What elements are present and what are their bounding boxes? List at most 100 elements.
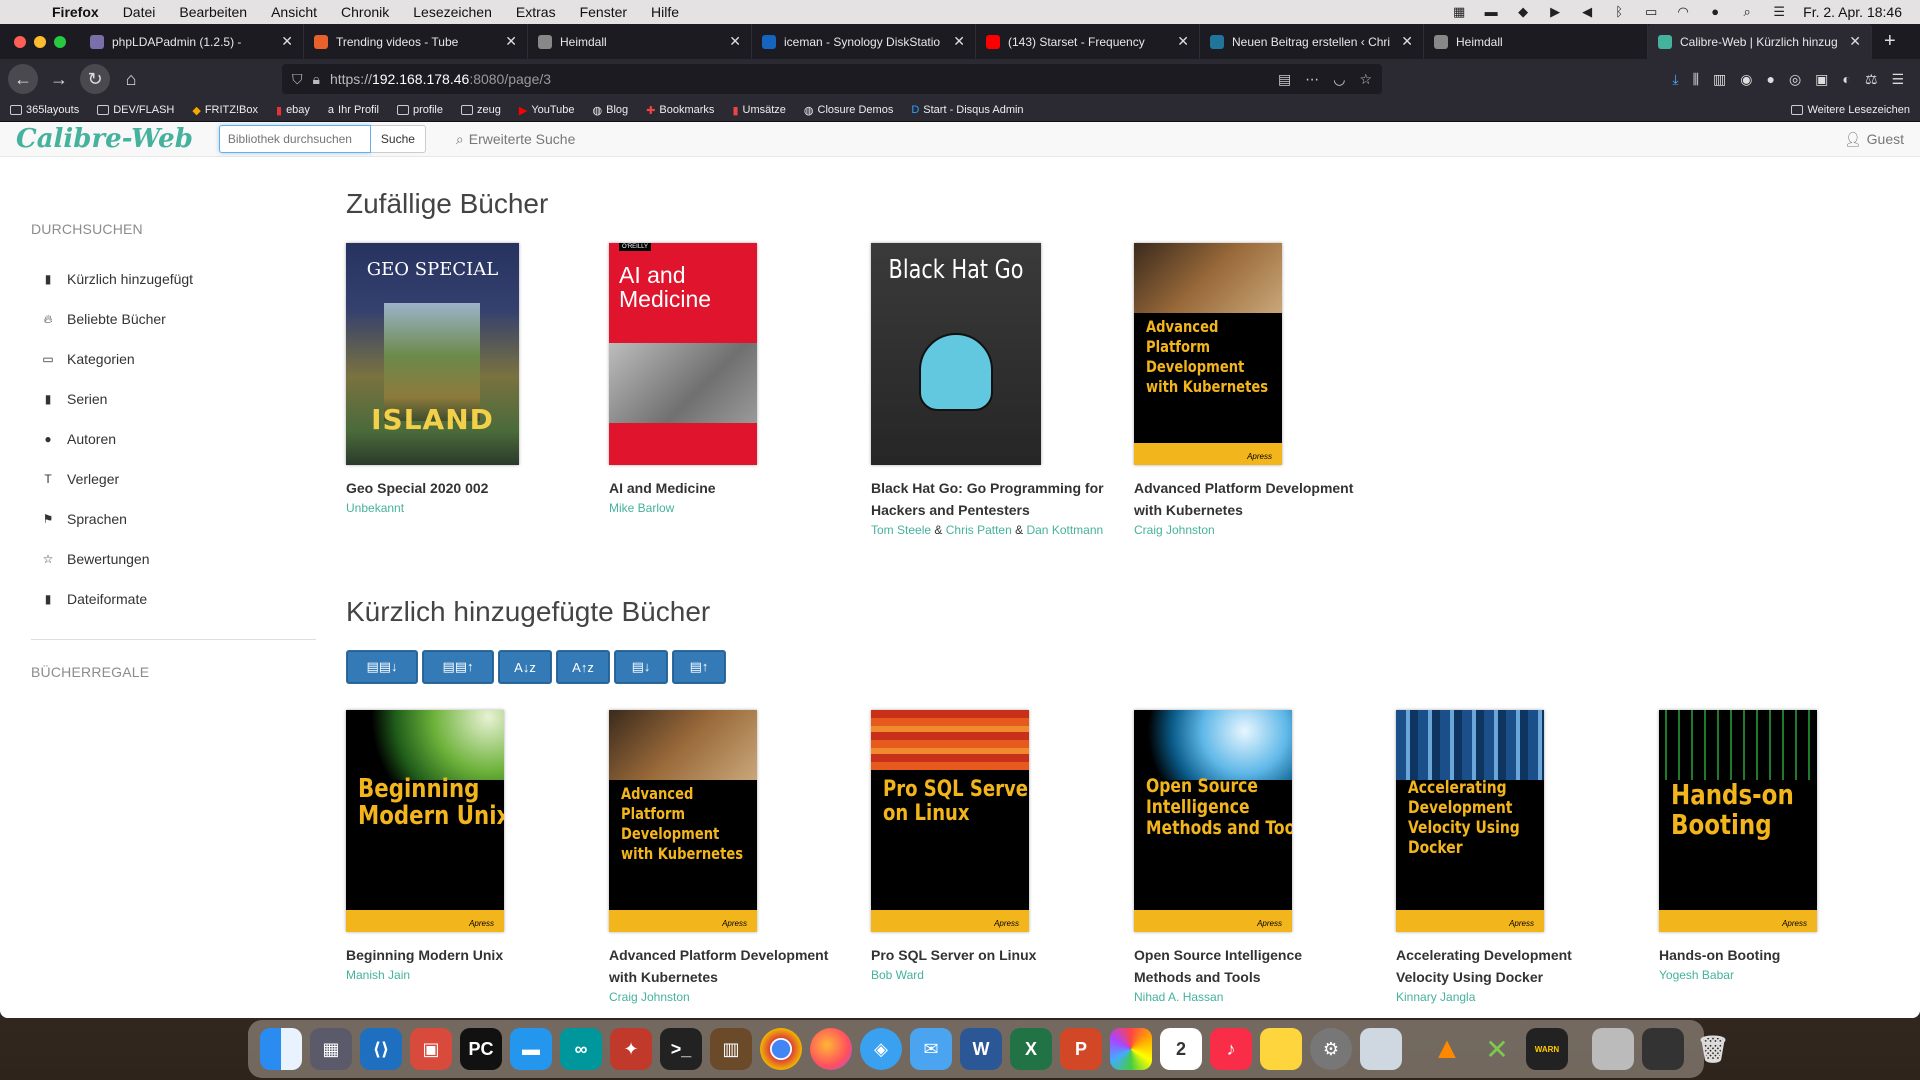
music-icon[interactable]: ♪ <box>1210 1028 1252 1070</box>
extension-icon[interactable]: ▣ <box>1815 71 1828 88</box>
bookmark-folder[interactable]: DEV/FLASH <box>97 104 174 116</box>
menu-app-name[interactable]: Firefox <box>40 4 111 20</box>
author-link[interactable]: Craig Johnston <box>609 990 690 1004</box>
book-cover[interactable]: Accelerating Development Velocity Using … <box>1396 710 1544 932</box>
search-input[interactable] <box>218 125 371 153</box>
sort-newest-button[interactable]: ▤▤↓ <box>346 650 418 684</box>
bookmark-link[interactable]: ▮ ebay <box>276 104 310 117</box>
book-card[interactable]: O'REILLY AI and Medicine AI and Medicine… <box>609 243 809 517</box>
notes-icon[interactable] <box>1260 1028 1302 1070</box>
download-icon[interactable]: ⤓ <box>1672 71 1678 88</box>
finder-icon[interactable] <box>260 1028 302 1070</box>
sidebar-item-languages[interactable]: ⚑ Sprachen <box>31 499 314 539</box>
user-menu[interactable]: 👤︎ Guest <box>1844 131 1904 148</box>
book-card[interactable]: Hands-on Booting Apress Hands-on Booting… <box>1659 710 1859 984</box>
book-card[interactable]: Accelerating Development Velocity Using … <box>1396 710 1616 1006</box>
book-card[interactable]: Open Source Intelligence Methods and Too… <box>1134 710 1354 1006</box>
preview-icon[interactable] <box>1360 1028 1402 1070</box>
sidebar-item-formats[interactable]: ▮ Dateiformate <box>31 579 314 619</box>
close-icon[interactable]: ✕ <box>505 33 517 50</box>
system-preferences-icon[interactable]: ⚙ <box>1310 1028 1352 1070</box>
book-cover[interactable]: Pro SQL Server on Linux Apress <box>871 710 1029 932</box>
grid-icon[interactable]: ▦ <box>1451 5 1467 19</box>
user-switch-icon[interactable]: ● <box>1707 5 1723 19</box>
sidebar-item-ratings[interactable]: ☆ Bewertungen <box>31 539 314 579</box>
book-title[interactable]: Advanced Platform Development with Kuber… <box>1134 477 1364 521</box>
menu-ansicht[interactable]: Ansicht <box>259 4 329 20</box>
bookmark-folder[interactable]: profile <box>397 104 443 116</box>
book-cover[interactable]: Black Hat Go <box>871 243 1041 465</box>
sidebar-item-publishers[interactable]: T Verleger <box>31 459 314 499</box>
console-icon[interactable]: WARN <box>1526 1028 1568 1070</box>
search-button[interactable]: Suche <box>370 125 426 153</box>
author-link[interactable]: Dan Kottmann <box>1026 523 1103 537</box>
bluetooth-icon[interactable]: ᛒ <box>1611 5 1627 19</box>
book-cover[interactable]: Open Source Intelligence Methods and Too… <box>1134 710 1292 932</box>
book-title[interactable]: Accelerating Development Velocity Using … <box>1396 944 1616 988</box>
calendar-icon[interactable]: 2 <box>1160 1028 1202 1070</box>
sidebar-item-authors[interactable]: ● Autoren <box>31 419 314 459</box>
close-window-icon[interactable] <box>14 35 26 48</box>
other-bookmarks[interactable]: Weitere Lesezeichen <box>1791 104 1910 116</box>
sidebar-item-series[interactable]: ▮ Serien <box>31 379 314 419</box>
bookmark-link[interactable]: D Start - Disqus Admin <box>911 104 1023 116</box>
author-link[interactable]: Manish Jain <box>346 968 410 982</box>
advanced-search-link[interactable]: ⌕ Erweiterte Suche <box>456 131 575 148</box>
book-card[interactable]: Advanced Platform Development with Kuber… <box>609 710 839 1006</box>
pocket-icon[interactable]: ◡ <box>1333 71 1345 88</box>
book-title[interactable]: Open Source Intelligence Methods and Too… <box>1134 944 1354 988</box>
reader-view-icon[interactable]: ▤ <box>1278 71 1291 88</box>
menu-hilfe[interactable]: Hilfe <box>639 4 691 20</box>
sidebar-item-recent[interactable]: ▮ Kürzlich hinzugefügt <box>31 259 314 299</box>
book-title[interactable]: AI and Medicine <box>609 477 809 499</box>
book-card[interactable]: Advanced Platform Development with Kuber… <box>1134 243 1364 539</box>
sidebar-item-categories[interactable]: ▭ Kategorien <box>31 339 314 379</box>
back-icon[interactable]: ← <box>8 64 38 94</box>
excel-icon[interactable]: X <box>1010 1028 1052 1070</box>
battery-icon[interactable]: ▭ <box>1643 5 1659 19</box>
author-link[interactable]: Tom Steele <box>871 523 931 537</box>
app-icon[interactable]: ✦ <box>610 1028 652 1070</box>
pycharm-icon[interactable]: PC <box>460 1028 502 1070</box>
author-link[interactable]: Unbekannt <box>346 501 404 515</box>
bookmark-folder[interactable]: 365layouts <box>10 104 79 116</box>
photos-icon[interactable] <box>1110 1028 1152 1070</box>
reload-icon[interactable]: ↻ <box>80 64 110 94</box>
book-card[interactable]: Beginning Modern Unix Apress Beginning M… <box>346 710 546 984</box>
bookmark-link[interactable]: a Ihr Profil <box>328 104 379 116</box>
vlc-icon[interactable]: ▲ <box>1426 1028 1468 1070</box>
menu-bearbeiten[interactable]: Bearbeiten <box>167 4 259 20</box>
powerpoint-icon[interactable]: P <box>1060 1028 1102 1070</box>
book-card[interactable]: Pro SQL Server on Linux Apress Pro SQL S… <box>871 710 1071 984</box>
bookmark-link[interactable]: ◍ Closure Demos <box>804 104 893 117</box>
author-link[interactable]: Nihad A. Hassan <box>1134 990 1223 1004</box>
menubar-clock[interactable]: Fr. 2. Apr. 18:46 <box>1803 4 1902 20</box>
downloads-icon[interactable] <box>1642 1028 1684 1070</box>
new-tab-icon[interactable]: + <box>1872 30 1908 53</box>
forward-icon[interactable]: → <box>44 64 74 94</box>
minimize-window-icon[interactable] <box>34 35 46 48</box>
control-center-icon[interactable]: ☰ <box>1771 5 1787 19</box>
menu-datei[interactable]: Datei <box>111 4 168 20</box>
book-cover[interactable]: Advanced Platform Development with Kuber… <box>1134 243 1282 465</box>
word-icon[interactable]: W <box>960 1028 1002 1070</box>
close-icon[interactable]: ✕ <box>281 33 293 50</box>
tab-phpldapadmin[interactable]: phpLDAPadmin (1.2.5) - ✕ <box>80 24 304 59</box>
author-link[interactable]: Bob Ward <box>871 968 924 982</box>
sort-pubdate-oldest-button[interactable]: ▤↑ <box>672 650 726 684</box>
extension-icon[interactable]: ⚖ <box>1865 71 1878 88</box>
book-cover[interactable]: O'REILLY AI and Medicine <box>609 243 757 465</box>
shield-icon[interactable]: ◆ <box>1515 5 1531 19</box>
arduino-icon[interactable]: ∞ <box>560 1028 602 1070</box>
close-icon[interactable]: ✕ <box>953 33 965 50</box>
author-link[interactable]: Mike Barlow <box>609 501 674 515</box>
author-link[interactable]: Kinnary Jangla <box>1396 990 1475 1004</box>
page-actions-icon[interactable]: ⋯ <box>1305 71 1319 88</box>
bookmark-folder[interactable]: zeug <box>460 104 501 116</box>
documents-icon[interactable] <box>1592 1028 1634 1070</box>
mail-icon[interactable]: ✉ <box>910 1028 952 1070</box>
book-cover[interactable]: Beginning Modern Unix Apress <box>346 710 504 932</box>
extension-icon[interactable]: ● <box>1766 71 1774 88</box>
sort-oldest-button[interactable]: ▤▤↑ <box>422 650 494 684</box>
chrome-icon[interactable] <box>760 1028 802 1070</box>
